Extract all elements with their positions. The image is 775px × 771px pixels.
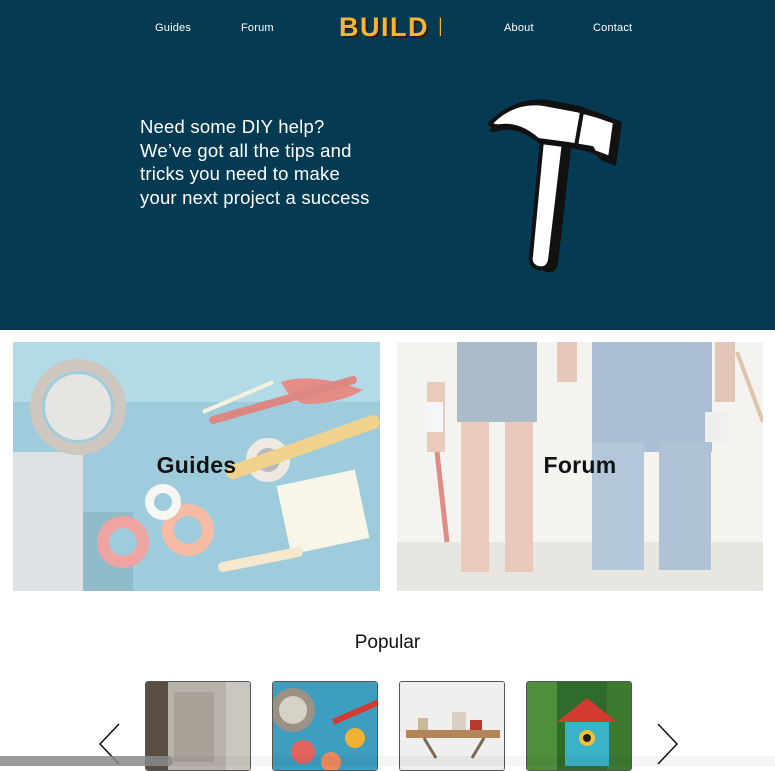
horizontal-scrollbar-thumb[interactable]	[0, 756, 173, 766]
hero-banner	[0, 0, 775, 330]
hero-tagline: Need some DIY help? We’ve got all the ti…	[140, 116, 370, 208]
nav-contact-link[interactable]: Contact	[593, 22, 632, 34]
nav-guides-link[interactable]: Guides	[155, 22, 191, 34]
logo-text: BUILD IT	[339, 12, 441, 42]
forum-card[interactable]: Forum	[397, 342, 763, 591]
forum-card-label: Forum	[543, 452, 617, 478]
nav-forum-link[interactable]: Forum	[241, 22, 274, 34]
guides-card-label: Guides	[156, 452, 237, 478]
guides-card[interactable]: Guides	[13, 342, 380, 591]
nav-about-link[interactable]: About	[504, 22, 534, 34]
popular-section-title: Popular	[354, 632, 421, 653]
hammer-icon	[488, 99, 622, 273]
build-it-logo[interactable]: BUILD IT BUILD IT	[337, 10, 441, 44]
